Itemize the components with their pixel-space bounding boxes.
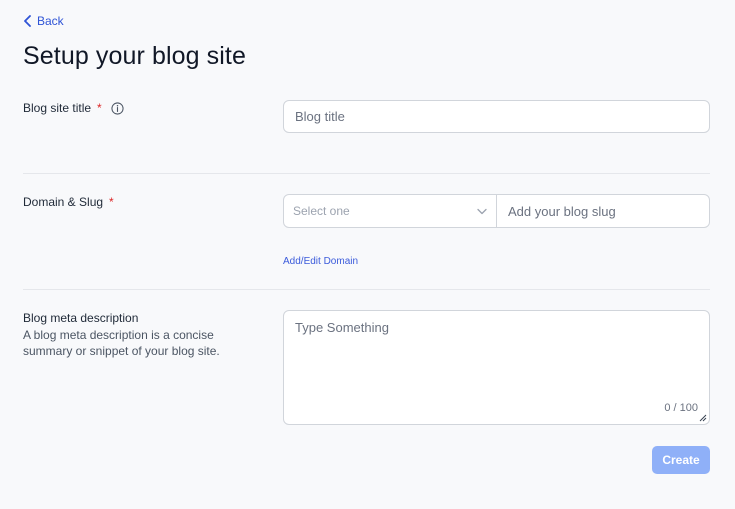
add-edit-domain-link[interactable]: Add/Edit Domain <box>283 256 358 267</box>
blog-title-label-row: Blog site title * <box>23 101 124 115</box>
page-title: Setup your blog site <box>23 42 246 70</box>
domain-label: Domain & Slug <box>23 195 104 209</box>
blog-title-input[interactable]: Blog title <box>283 100 710 133</box>
back-label: Back <box>37 14 64 28</box>
meta-description-label: Blog meta description <box>23 311 139 325</box>
slug-input[interactable]: Add your blog slug <box>497 195 709 227</box>
domain-select[interactable]: Select one <box>284 195 497 227</box>
chevron-left-icon <box>24 15 31 27</box>
create-button[interactable]: Create <box>652 446 710 474</box>
blog-title-label: Blog site title <box>23 101 92 115</box>
chevron-down-icon <box>477 208 487 214</box>
domain-slug-group: Select one Add your blog slug <box>283 194 710 228</box>
required-mark: * <box>97 101 102 115</box>
meta-description-textarea[interactable]: Type Something 0 / 100 <box>283 310 710 425</box>
info-icon[interactable] <box>111 101 124 115</box>
resize-handle-icon[interactable] <box>698 413 707 422</box>
divider <box>23 289 710 290</box>
domain-select-placeholder: Select one <box>293 204 350 218</box>
back-link[interactable]: Back <box>23 14 64 28</box>
blog-title-placeholder: Blog title <box>295 109 345 124</box>
divider <box>23 173 710 174</box>
character-counter: 0 / 100 <box>664 402 698 414</box>
meta-description-helper: A blog meta description is a concise sum… <box>23 328 220 358</box>
domain-label-row: Domain & Slug * <box>23 195 114 209</box>
meta-description-placeholder: Type Something <box>295 320 389 335</box>
slug-placeholder: Add your blog slug <box>508 203 616 219</box>
required-mark: * <box>109 195 114 209</box>
blog-setup-page: Back Setup your blog site Blog site titl… <box>0 0 735 509</box>
